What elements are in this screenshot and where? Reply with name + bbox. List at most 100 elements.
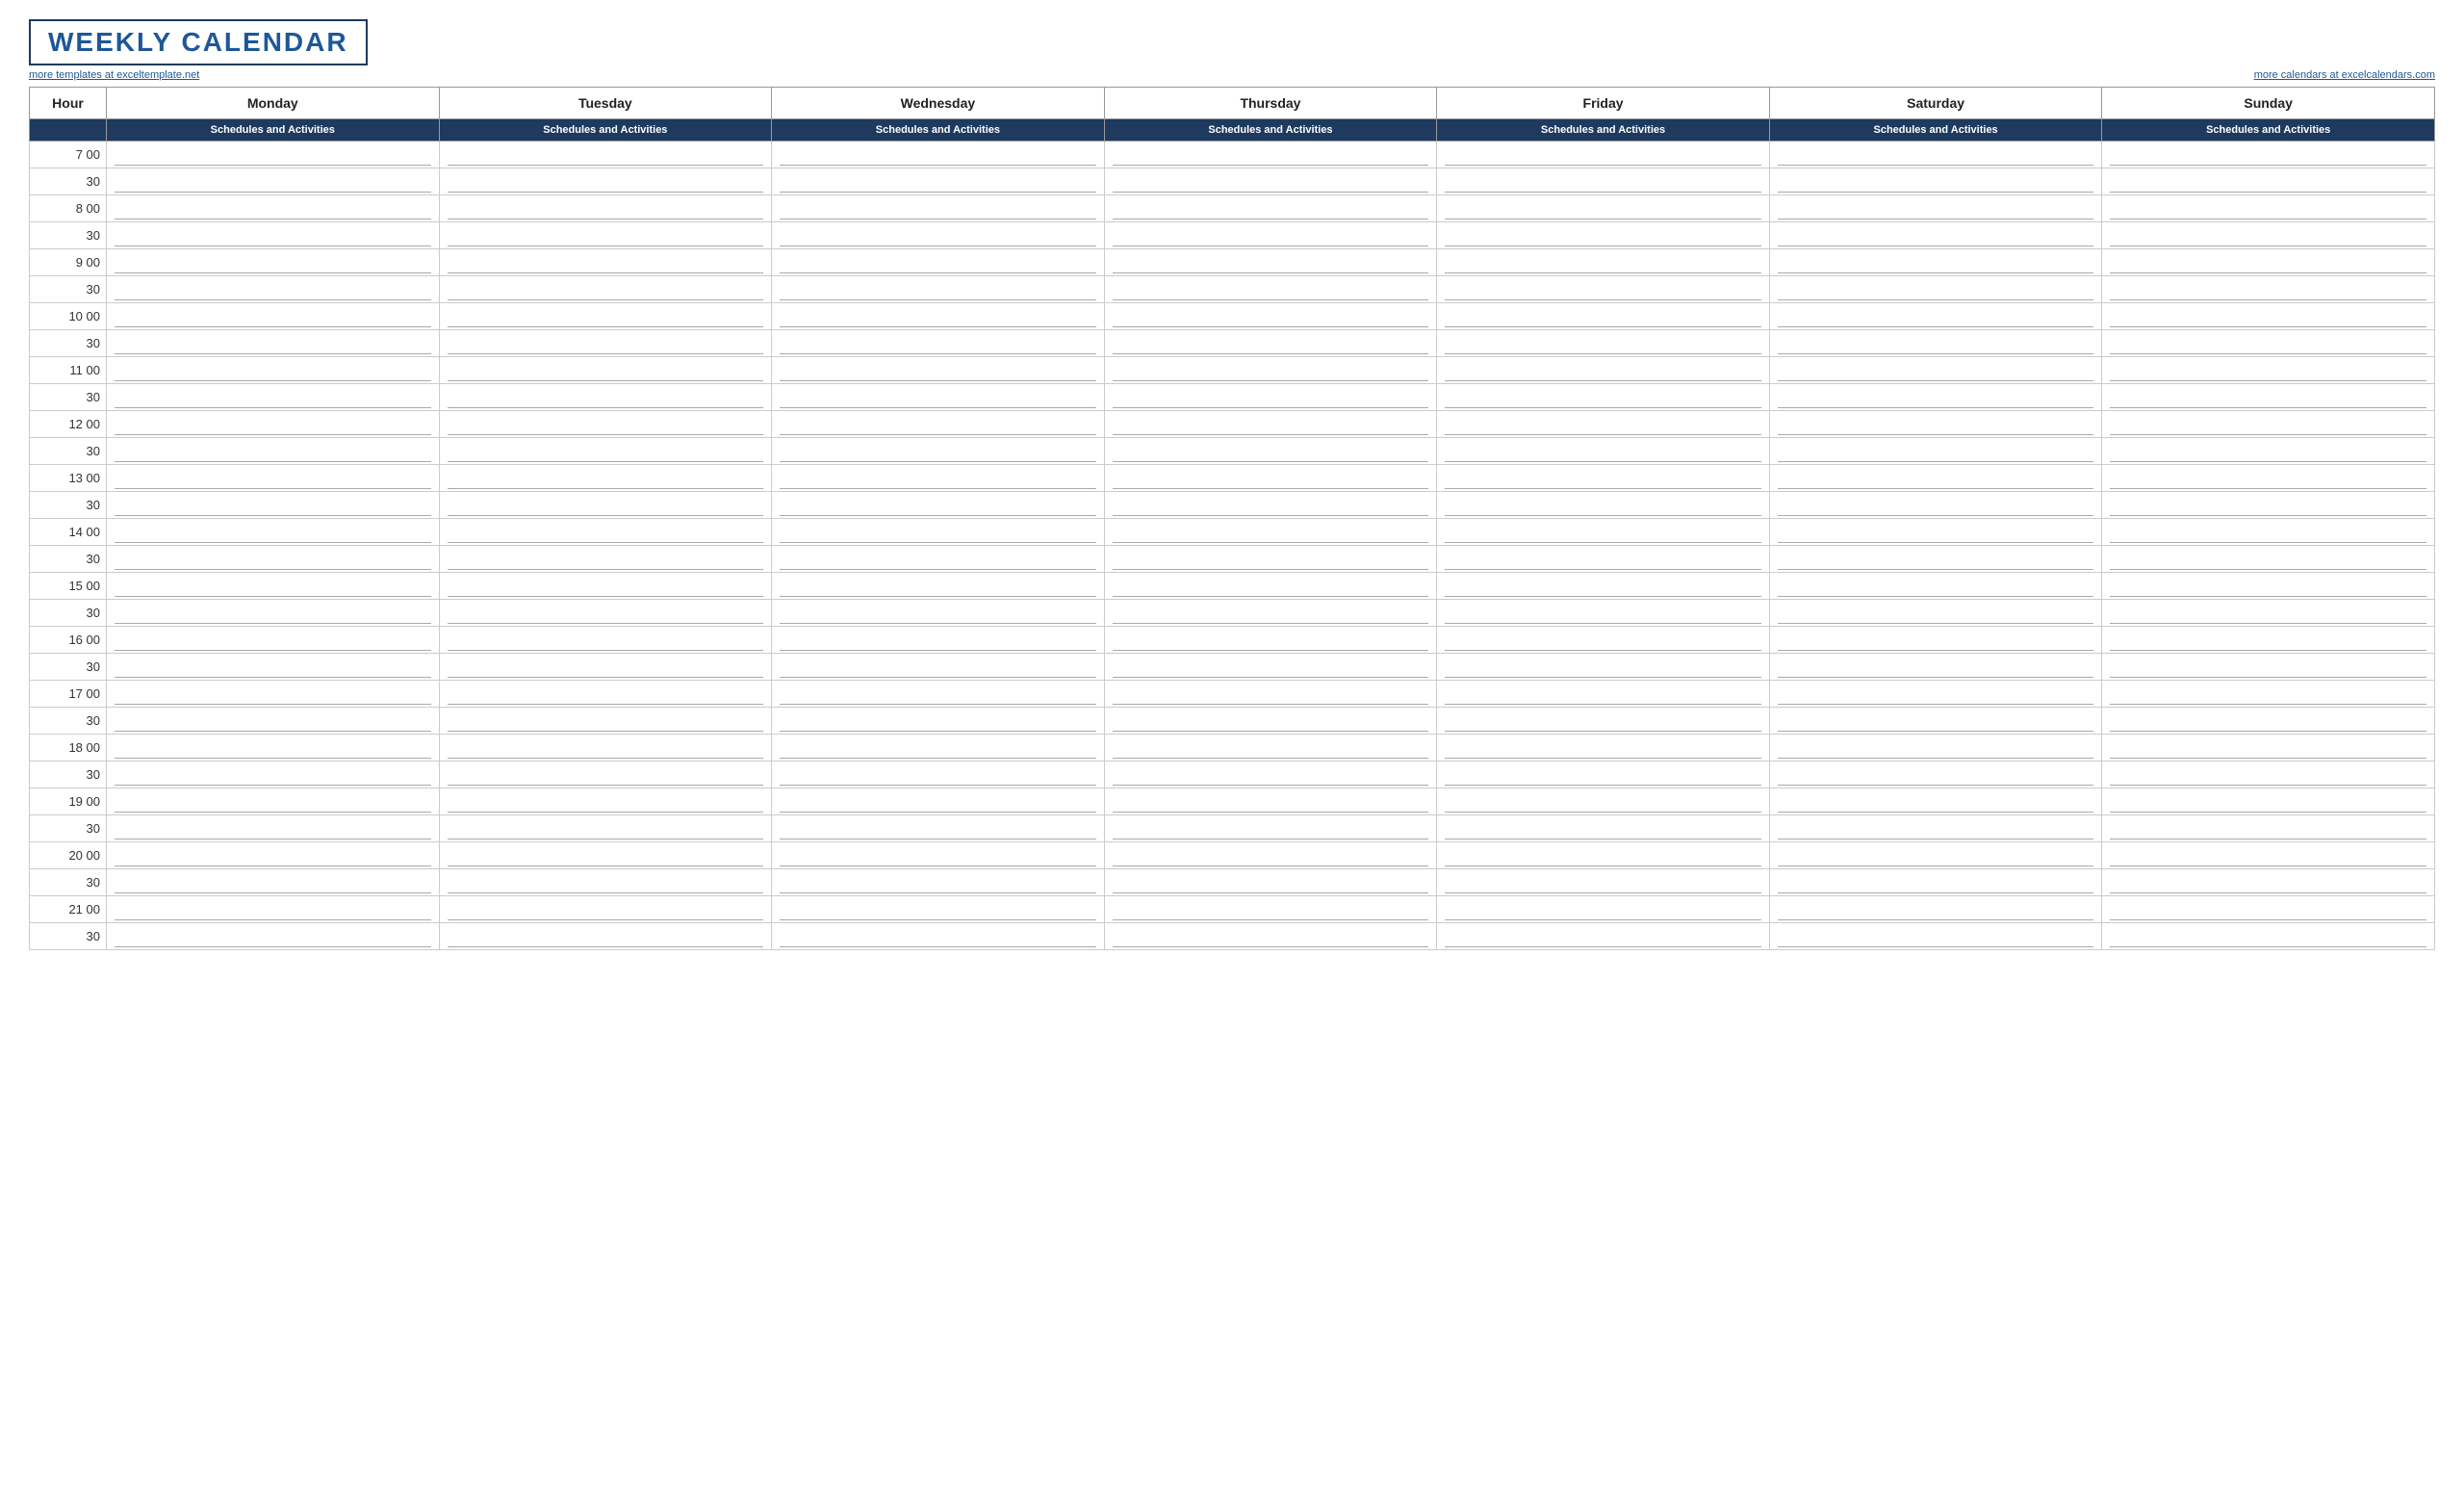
schedule-cell[interactable] (1104, 573, 1437, 600)
schedule-cell[interactable] (1769, 249, 2102, 276)
schedule-cell[interactable] (2102, 357, 2435, 384)
schedule-cell[interactable] (1769, 303, 2102, 330)
schedule-cell[interactable] (772, 276, 1105, 303)
schedule-cell[interactable] (1104, 276, 1437, 303)
schedule-cell[interactable] (1769, 411, 2102, 438)
schedule-cell[interactable] (1437, 195, 1770, 222)
schedule-cell[interactable] (1104, 788, 1437, 815)
schedule-cell[interactable] (772, 573, 1105, 600)
schedule-cell[interactable] (772, 762, 1105, 788)
schedule-cell[interactable] (439, 788, 772, 815)
schedule-cell[interactable] (1769, 869, 2102, 896)
schedule-cell[interactable] (107, 303, 440, 330)
schedule-cell[interactable] (1104, 465, 1437, 492)
schedule-cell[interactable] (772, 923, 1105, 950)
schedule-cell[interactable] (439, 195, 772, 222)
schedule-cell[interactable] (2102, 168, 2435, 195)
schedule-cell[interactable] (107, 222, 440, 249)
schedule-cell[interactable] (1104, 249, 1437, 276)
schedule-cell[interactable] (772, 735, 1105, 762)
schedule-cell[interactable] (1769, 573, 2102, 600)
schedule-cell[interactable] (1104, 923, 1437, 950)
schedule-cell[interactable] (2102, 222, 2435, 249)
schedule-cell[interactable] (1437, 573, 1770, 600)
schedule-cell[interactable] (2102, 627, 2435, 654)
schedule-cell[interactable] (439, 438, 772, 465)
schedule-cell[interactable] (107, 842, 440, 869)
schedule-cell[interactable] (107, 815, 440, 842)
schedule-cell[interactable] (1769, 384, 2102, 411)
schedule-cell[interactable] (107, 869, 440, 896)
schedule-cell[interactable] (772, 411, 1105, 438)
link-left[interactable]: more templates at exceltemplate.net (29, 69, 199, 81)
schedule-cell[interactable] (2102, 519, 2435, 546)
schedule-cell[interactable] (1437, 465, 1770, 492)
schedule-cell[interactable] (1437, 142, 1770, 168)
schedule-cell[interactable] (2102, 492, 2435, 519)
schedule-cell[interactable] (2102, 330, 2435, 357)
schedule-cell[interactable] (1769, 762, 2102, 788)
schedule-cell[interactable] (772, 815, 1105, 842)
schedule-cell[interactable] (772, 384, 1105, 411)
schedule-cell[interactable] (107, 546, 440, 573)
schedule-cell[interactable] (2102, 276, 2435, 303)
schedule-cell[interactable] (2102, 249, 2435, 276)
schedule-cell[interactable] (1104, 627, 1437, 654)
schedule-cell[interactable] (1769, 330, 2102, 357)
schedule-cell[interactable] (1437, 492, 1770, 519)
schedule-cell[interactable] (1769, 546, 2102, 573)
schedule-cell[interactable] (2102, 762, 2435, 788)
schedule-cell[interactable] (772, 654, 1105, 681)
schedule-cell[interactable] (1769, 788, 2102, 815)
schedule-cell[interactable] (1437, 896, 1770, 923)
schedule-cell[interactable] (1104, 330, 1437, 357)
schedule-cell[interactable] (439, 762, 772, 788)
schedule-cell[interactable] (1104, 357, 1437, 384)
schedule-cell[interactable] (1437, 869, 1770, 896)
schedule-cell[interactable] (772, 519, 1105, 546)
schedule-cell[interactable] (2102, 303, 2435, 330)
schedule-cell[interactable] (1769, 519, 2102, 546)
schedule-cell[interactable] (1437, 708, 1770, 735)
schedule-cell[interactable] (2102, 815, 2435, 842)
schedule-cell[interactable] (772, 195, 1105, 222)
schedule-cell[interactable] (2102, 869, 2435, 896)
schedule-cell[interactable] (1437, 546, 1770, 573)
schedule-cell[interactable] (107, 896, 440, 923)
schedule-cell[interactable] (107, 627, 440, 654)
schedule-cell[interactable] (107, 142, 440, 168)
schedule-cell[interactable] (439, 142, 772, 168)
schedule-cell[interactable] (2102, 546, 2435, 573)
schedule-cell[interactable] (1104, 384, 1437, 411)
schedule-cell[interactable] (1104, 438, 1437, 465)
schedule-cell[interactable] (2102, 681, 2435, 708)
schedule-cell[interactable] (772, 869, 1105, 896)
schedule-cell[interactable] (107, 195, 440, 222)
schedule-cell[interactable] (1437, 600, 1770, 627)
schedule-cell[interactable] (1769, 654, 2102, 681)
schedule-cell[interactable] (2102, 195, 2435, 222)
schedule-cell[interactable] (2102, 600, 2435, 627)
schedule-cell[interactable] (2102, 654, 2435, 681)
schedule-cell[interactable] (1769, 142, 2102, 168)
schedule-cell[interactable] (1104, 735, 1437, 762)
schedule-cell[interactable] (1437, 249, 1770, 276)
schedule-cell[interactable] (439, 708, 772, 735)
schedule-cell[interactable] (1437, 222, 1770, 249)
schedule-cell[interactable] (1769, 492, 2102, 519)
schedule-cell[interactable] (2102, 708, 2435, 735)
schedule-cell[interactable] (439, 896, 772, 923)
schedule-cell[interactable] (439, 519, 772, 546)
schedule-cell[interactable] (439, 249, 772, 276)
schedule-cell[interactable] (439, 815, 772, 842)
schedule-cell[interactable] (439, 627, 772, 654)
schedule-cell[interactable] (1769, 815, 2102, 842)
schedule-cell[interactable] (1769, 600, 2102, 627)
schedule-cell[interactable] (1769, 357, 2102, 384)
schedule-cell[interactable] (772, 357, 1105, 384)
schedule-cell[interactable] (1437, 815, 1770, 842)
schedule-cell[interactable] (772, 492, 1105, 519)
schedule-cell[interactable] (107, 465, 440, 492)
schedule-cell[interactable] (1437, 438, 1770, 465)
schedule-cell[interactable] (1437, 357, 1770, 384)
